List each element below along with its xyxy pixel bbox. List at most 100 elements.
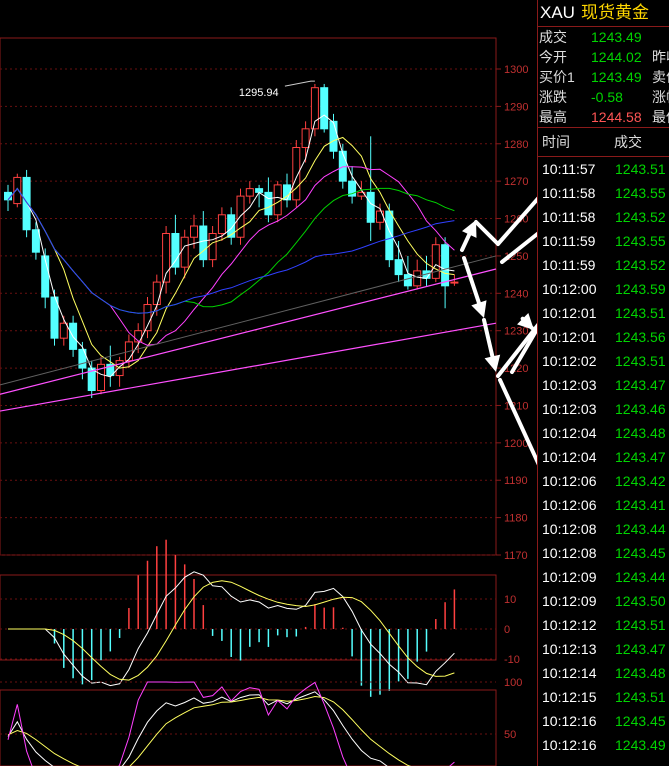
tick-row: 10:12:16 1243.45 — [538, 709, 669, 733]
header-time: 时间 — [542, 134, 570, 150]
candle-body — [450, 281, 459, 284]
main-y-tick-label: 1240 — [504, 288, 528, 300]
quote-label-secondary: 卖价1 — [652, 69, 669, 85]
tick-time: 10:12:01 — [542, 329, 597, 345]
kdj-y-tick-label: 100 — [504, 677, 522, 689]
candle-body — [59, 322, 68, 339]
tick-time: 10:12:13 — [542, 641, 597, 657]
candle-body — [329, 120, 338, 152]
kdj-y-tick-label: 50 — [504, 729, 516, 741]
main-plot-frame — [0, 37, 497, 556]
candle-body — [217, 214, 226, 234]
quote-panel: XAU 现货黄金 成交 1243.49 今开 1244.02 昨收买价1 1243.49 卖价… — [537, 0, 669, 766]
tick-price: 1243.46 — [615, 401, 666, 417]
tick-row: 10:12:01 1243.56 — [538, 325, 669, 349]
quote-row: 涨跌 -0.58 涨幅 — [538, 87, 669, 107]
kdj-plot-frame — [0, 689, 497, 766]
tick-row: 10:12:03 1243.47 — [538, 373, 669, 397]
chart-svg: 1300129012801270126012501240123012201210… — [0, 37, 537, 766]
kdj-k-line — [7, 691, 388, 766]
tick-price: 1243.51 — [615, 161, 666, 177]
tick-time: 10:11:57 — [542, 161, 596, 177]
tick-price: 1243.45 — [615, 545, 666, 561]
tick-price: 1243.47 — [615, 377, 666, 393]
annotation-arrow-head — [471, 300, 487, 318]
candle-body — [13, 176, 22, 205]
candle-body — [376, 210, 384, 223]
quote-label: 买价1 — [539, 69, 575, 85]
main-y-tick-label: 1170 — [504, 550, 528, 562]
tick-time: 10:12:01 — [542, 305, 597, 321]
quote-row: 最高 1244.58 最低 — [538, 107, 669, 127]
tick-price: 1243.52 — [615, 209, 666, 225]
quote-summary: 成交 1243.49 今开 1244.02 昨收买价1 1243.49 卖价1 涨跌 -0.58… — [538, 27, 669, 128]
tick-time: 10:12:06 — [542, 497, 597, 513]
candle-body — [413, 270, 422, 287]
annotation-arrow-shaft — [482, 318, 495, 359]
tick-price: 1243.51 — [615, 689, 666, 705]
tick-time: 10:12:12 — [542, 617, 597, 633]
annotation-arrow-shaft — [462, 256, 481, 305]
tick-time: 10:11:59 — [542, 233, 596, 249]
tick-row: 10:11:57 1243.51 — [538, 157, 669, 181]
quote-label-secondary: 昨收 — [652, 49, 669, 65]
quote-value: 1244.02 — [591, 49, 642, 65]
tick-row: 10:12:04 1243.48 — [538, 421, 669, 445]
tick-row: 10:12:06 1243.42 — [538, 469, 669, 493]
main-y-tick-label: 1280 — [504, 139, 528, 151]
tick-row: 10:11:58 1243.52 — [538, 205, 669, 229]
candle-body — [41, 255, 50, 298]
chart-area: 1300 1290 1280 1270 1260 1250 1240 1230 1220 1210… — [0, 0, 537, 766]
tick-price: 1243.51 — [615, 617, 666, 633]
instrument-name: 现货黄金 — [580, 3, 649, 22]
tick-price: 1243.44 — [615, 569, 666, 585]
tick-row: 10:12:09 1243.44 — [538, 565, 669, 589]
candle-body — [431, 244, 440, 279]
quote-row: 今开 1244.02 昨收 — [538, 47, 669, 67]
candle-body — [394, 259, 403, 276]
tick-price: 1243.50 — [615, 593, 666, 609]
quote-row: 成交 1243.49 — [538, 27, 669, 47]
main-y-tick-label: 1290 — [504, 101, 528, 113]
candle-body — [199, 225, 208, 261]
tick-price: 1243.52 — [615, 257, 666, 273]
tick-row: 10:11:59 1243.55 — [538, 229, 669, 253]
tick-price: 1243.56 — [615, 329, 666, 345]
tick-time: 10:11:59 — [542, 257, 596, 273]
tick-row: 10:12:15 1243.51 — [538, 685, 669, 709]
tick-price: 1243.41 — [615, 497, 666, 513]
tick-row: 10:12:02 1243.51 — [538, 349, 669, 373]
tick-time: 10:12:02 — [542, 353, 597, 369]
tick-time: 10:12:08 — [542, 521, 597, 537]
kdj-d-line — [7, 695, 412, 766]
quote-value: -0.58 — [591, 89, 623, 105]
quote-label-secondary: 涨幅 — [652, 89, 669, 105]
quote-label: 今开 — [539, 49, 567, 65]
macd-y-tick-label: 0 — [504, 624, 510, 636]
tick-row: 10:12:14 1243.48 — [538, 661, 669, 685]
tick-time: 10:12:15 — [542, 689, 597, 705]
tick-time: 10:12:14 — [542, 665, 597, 681]
tick-row: 10:12:08 1243.45 — [538, 541, 669, 565]
candle-body — [22, 176, 31, 231]
high-annotation-leader — [284, 80, 315, 87]
candle-body — [273, 184, 282, 216]
tick-price: 1243.55 — [615, 185, 666, 201]
header-price: 成交 — [614, 134, 642, 150]
tick-price: 1243.44 — [615, 521, 666, 537]
tick-row: 10:12:08 1243.44 — [538, 517, 669, 541]
macd-plot-frame — [0, 574, 497, 661]
tick-price: 1243.48 — [615, 425, 666, 441]
tick-row: 10:12:03 1243.46 — [538, 397, 669, 421]
quote-label: 涨跌 — [539, 89, 567, 105]
tick-time: 10:12:06 — [542, 473, 597, 489]
candle-body — [190, 225, 198, 238]
macd-y-tick-label: 10 — [504, 594, 516, 606]
tick-row: 10:12:13 1243.47 — [538, 637, 669, 661]
tick-time: 10:11:58 — [542, 209, 596, 225]
candle-body — [264, 191, 273, 216]
tick-price: 1243.59 — [615, 281, 666, 297]
annotation-arrow-head — [484, 354, 501, 372]
tick-row: 10:12:06 1243.41 — [538, 493, 669, 517]
tick-table: 10:11:57 1243.51 10:11:58 1243.55 10:11:58 12… — [538, 157, 669, 757]
